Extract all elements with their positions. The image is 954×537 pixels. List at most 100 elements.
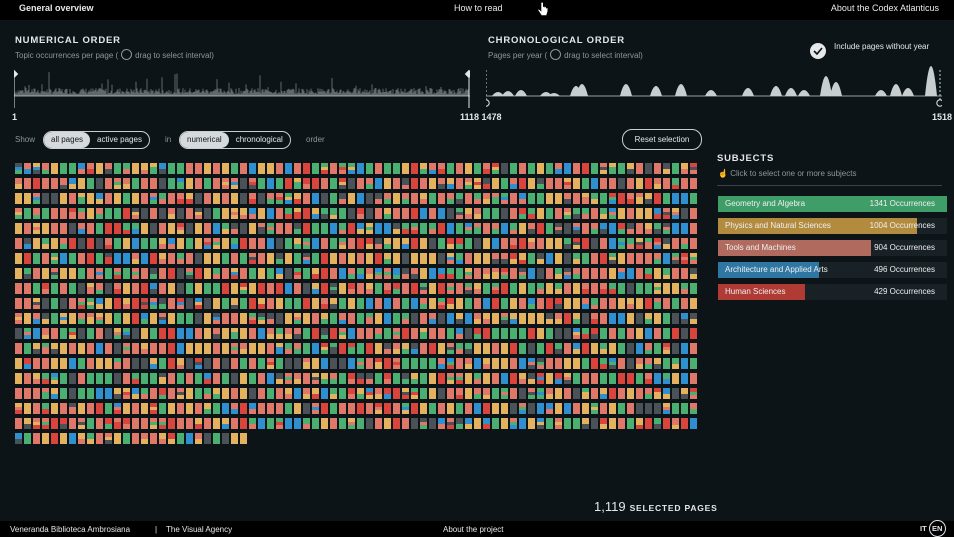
page-cell[interactable] <box>267 313 274 324</box>
page-cell[interactable] <box>375 283 382 294</box>
page-cell[interactable] <box>483 343 490 354</box>
page-cell[interactable] <box>204 343 211 354</box>
page-cell[interactable] <box>474 253 481 264</box>
page-cell[interactable] <box>78 238 85 249</box>
page-cell[interactable] <box>195 403 202 414</box>
page-cell[interactable] <box>438 253 445 264</box>
page-cell[interactable] <box>60 268 67 279</box>
page-cell[interactable] <box>78 223 85 234</box>
page-cell[interactable] <box>105 223 112 234</box>
page-cell[interactable] <box>150 223 157 234</box>
page-cell[interactable] <box>636 298 643 309</box>
page-cell[interactable] <box>402 388 409 399</box>
page-cell[interactable] <box>69 313 76 324</box>
page-cell[interactable] <box>60 313 67 324</box>
page-cell[interactable] <box>555 343 562 354</box>
page-cell[interactable] <box>69 253 76 264</box>
page-cell[interactable] <box>51 238 58 249</box>
page-cell[interactable] <box>447 358 454 369</box>
page-cell[interactable] <box>555 373 562 384</box>
page-cell[interactable] <box>132 238 139 249</box>
page-cell[interactable] <box>33 193 40 204</box>
page-cell[interactable] <box>663 328 670 339</box>
page-cell[interactable] <box>393 313 400 324</box>
page-cell[interactable] <box>15 238 22 249</box>
page-cell[interactable] <box>582 388 589 399</box>
page-cell[interactable] <box>177 418 184 429</box>
page-cell[interactable] <box>303 163 310 174</box>
page-cell[interactable] <box>231 163 238 174</box>
page-cell[interactable] <box>285 298 292 309</box>
page-cell[interactable] <box>15 358 22 369</box>
page-cell[interactable] <box>240 403 247 414</box>
page-cell[interactable] <box>348 223 355 234</box>
page-cell[interactable] <box>366 328 373 339</box>
page-cell[interactable] <box>195 238 202 249</box>
page-cell[interactable] <box>303 178 310 189</box>
page-cell[interactable] <box>402 313 409 324</box>
page-cell[interactable] <box>672 373 679 384</box>
page-cell[interactable] <box>51 313 58 324</box>
page-cell[interactable] <box>159 433 166 444</box>
page-cell[interactable] <box>321 178 328 189</box>
page-cell[interactable] <box>546 403 553 414</box>
page-cell[interactable] <box>663 223 670 234</box>
page-cell[interactable] <box>510 163 517 174</box>
page-cell[interactable] <box>483 268 490 279</box>
page-cell[interactable] <box>393 268 400 279</box>
page-cell[interactable] <box>195 358 202 369</box>
page-cell[interactable] <box>78 328 85 339</box>
page-cell[interactable] <box>339 268 346 279</box>
page-cell[interactable] <box>492 193 499 204</box>
page-cell[interactable] <box>150 433 157 444</box>
page-cell[interactable] <box>546 388 553 399</box>
page-cell[interactable] <box>114 193 121 204</box>
page-cell[interactable] <box>186 373 193 384</box>
page-cell[interactable] <box>213 238 220 249</box>
page-cell[interactable] <box>348 328 355 339</box>
page-cell[interactable] <box>78 313 85 324</box>
page-cell[interactable] <box>69 268 76 279</box>
page-cell[interactable] <box>627 298 634 309</box>
page-cell[interactable] <box>645 388 652 399</box>
page-cell[interactable] <box>231 373 238 384</box>
page-cell[interactable] <box>627 223 634 234</box>
page-cell[interactable] <box>609 283 616 294</box>
page-cell[interactable] <box>618 298 625 309</box>
page-cell[interactable] <box>672 178 679 189</box>
page-cell[interactable] <box>447 298 454 309</box>
page-cell[interactable] <box>501 238 508 249</box>
page-cell[interactable] <box>600 388 607 399</box>
page-cell[interactable] <box>690 208 697 219</box>
page-cell[interactable] <box>681 178 688 189</box>
page-cell[interactable] <box>240 253 247 264</box>
page-cell[interactable] <box>159 313 166 324</box>
page-cell[interactable] <box>411 253 418 264</box>
page-cell[interactable] <box>249 298 256 309</box>
page-cell[interactable] <box>96 193 103 204</box>
page-cell[interactable] <box>150 298 157 309</box>
page-cell[interactable] <box>330 358 337 369</box>
page-cell[interactable] <box>483 358 490 369</box>
page-cell[interactable] <box>222 163 229 174</box>
page-cell[interactable] <box>609 373 616 384</box>
page-cell[interactable] <box>267 418 274 429</box>
page-cell[interactable] <box>681 328 688 339</box>
page-cell[interactable] <box>384 268 391 279</box>
page-cell[interactable] <box>492 163 499 174</box>
page-cell[interactable] <box>447 193 454 204</box>
page-cell[interactable] <box>348 418 355 429</box>
page-cell[interactable] <box>24 298 31 309</box>
page-cell[interactable] <box>231 253 238 264</box>
page-cell[interactable] <box>96 223 103 234</box>
range-circle-icon[interactable] <box>486 99 490 107</box>
page-cell[interactable] <box>69 403 76 414</box>
page-cell[interactable] <box>519 298 526 309</box>
page-cell[interactable] <box>591 223 598 234</box>
page-cell[interactable] <box>690 418 697 429</box>
page-cell[interactable] <box>249 208 256 219</box>
page-cell[interactable] <box>456 403 463 414</box>
page-cell[interactable] <box>276 208 283 219</box>
page-cell[interactable] <box>636 403 643 414</box>
page-cell[interactable] <box>267 373 274 384</box>
